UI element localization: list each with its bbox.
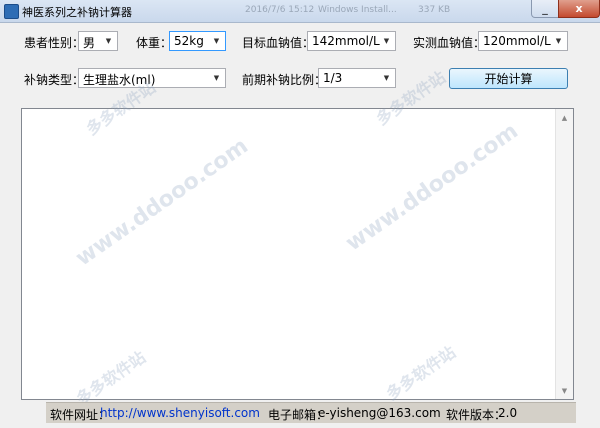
scroll-up-icon[interactable]: ▲: [556, 109, 573, 126]
ratio-label: 前期补钠比例：: [242, 73, 327, 87]
measured-sodium-label: 实测血钠值：: [413, 36, 486, 50]
ratio-select[interactable]: 1/3 ▼: [318, 68, 396, 88]
background-ghost-text: 2016/7/6 15:12: [245, 5, 315, 15]
ratio-value: 1/3: [323, 71, 343, 85]
calculate-button[interactable]: 开始计算: [449, 68, 568, 89]
dropdown-arrow-icon[interactable]: ▼: [100, 32, 117, 50]
sodium-type-value: 生理盐水(ml): [83, 73, 156, 87]
window-title: 神医系列之补钠计算器: [22, 6, 132, 19]
measured-sodium-value: 120mmol/L: [483, 34, 551, 48]
dropdown-arrow-icon[interactable]: ▼: [550, 32, 567, 50]
vertical-scrollbar[interactable]: ▲ ▼: [555, 109, 573, 399]
background-ghost-text: 337 KB: [418, 5, 451, 15]
target-sodium-value: 142mmol/L: [312, 34, 380, 48]
background-ghost-text: Windows Install...: [318, 5, 397, 15]
dropdown-arrow-icon[interactable]: ▼: [208, 32, 225, 50]
title-bar[interactable]: 神医系列之补钠计算器 2016/7/6 15:12 Windows Instal…: [0, 0, 600, 23]
weight-value: 52kg: [174, 34, 204, 48]
version-value: 2.0: [498, 406, 518, 420]
dropdown-arrow-icon[interactable]: ▼: [208, 69, 225, 87]
app-icon: [4, 4, 19, 19]
dropdown-arrow-icon[interactable]: ▼: [378, 32, 395, 50]
email-value[interactable]: e-yisheng@163.com: [318, 406, 441, 420]
gender-label: 患者性别：: [24, 36, 85, 50]
app-window: 神医系列之补钠计算器 2016/7/6 15:12 Windows Instal…: [0, 0, 600, 428]
status-bar: 软件网址： http://www.shenyisoft.com 电子邮箱： e-…: [46, 402, 576, 423]
target-sodium-label: 目标血钠值：: [242, 36, 315, 50]
measured-sodium-select[interactable]: 120mmol/L ▼: [478, 31, 568, 51]
minimize-button[interactable]: _: [531, 0, 559, 18]
close-icon: x: [575, 2, 583, 15]
sodium-type-label: 补钠类型：: [24, 73, 85, 87]
sodium-type-select[interactable]: 生理盐水(ml) ▼: [78, 68, 226, 88]
target-sodium-select[interactable]: 142mmol/L ▼: [307, 31, 396, 51]
website-link[interactable]: http://www.shenyisoft.com: [100, 406, 260, 420]
weight-select[interactable]: 52kg ▼: [169, 31, 226, 51]
minimize-icon: _: [542, 2, 548, 15]
dropdown-arrow-icon[interactable]: ▼: [378, 69, 395, 87]
gender-select[interactable]: 男 ▼: [78, 31, 118, 51]
result-textarea[interactable]: ▲ ▼: [21, 108, 574, 400]
gender-value: 男: [83, 36, 96, 50]
close-button[interactable]: x: [558, 0, 600, 18]
scroll-down-icon[interactable]: ▼: [556, 382, 573, 399]
version-label: 软件版本：: [446, 408, 507, 422]
weight-label: 体重：: [136, 36, 173, 50]
